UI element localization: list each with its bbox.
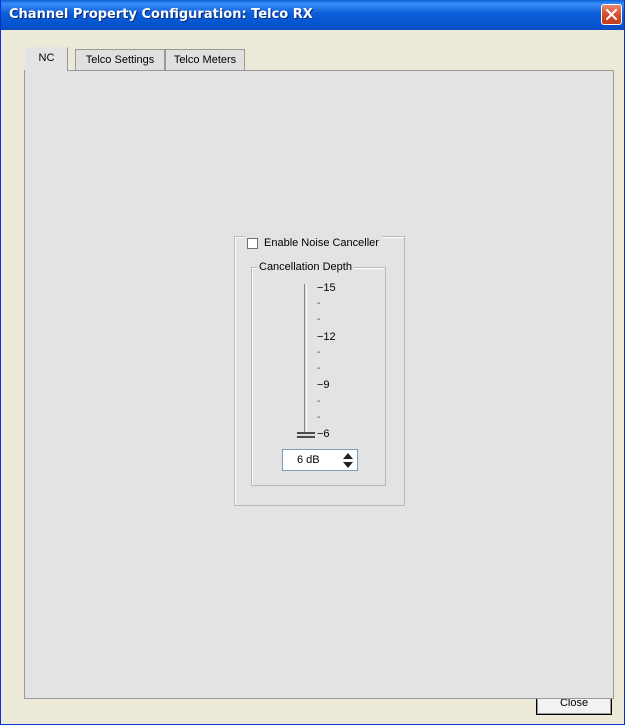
cancellation-depth-label: Cancellation Depth — [257, 261, 354, 273]
arrow-down-icon[interactable] — [343, 462, 353, 468]
window-title: Channel Property Configuration: Telco RX — [9, 7, 313, 22]
tick-minor: - — [317, 412, 321, 423]
tick-label-minus-12: −12 — [317, 331, 336, 343]
tick-minor: - — [317, 314, 321, 325]
tab-nc[interactable]: NC — [25, 47, 68, 71]
tab-telco-settings[interactable]: Telco Settings — [75, 49, 165, 71]
tick-label-minus-9: −9 — [317, 379, 330, 391]
close-icon[interactable] — [601, 4, 622, 25]
tick-minor: - — [317, 396, 321, 407]
arrow-up-icon[interactable] — [343, 453, 353, 459]
tick-minor: - — [317, 363, 321, 374]
tick-label-minus-15: −15 — [317, 282, 336, 294]
depth-spinbox[interactable]: 6 dB — [282, 449, 358, 471]
tick-label-minus-6: −6 — [317, 428, 330, 440]
dialog-window: Channel Property Configuration: Telco RX… — [0, 0, 625, 725]
enable-noise-canceller-row[interactable]: Enable Noise Canceller — [244, 236, 382, 250]
depth-slider-track[interactable] — [304, 284, 307, 437]
tab-telco-meters[interactable]: Telco Meters — [165, 49, 245, 71]
spinner-arrows[interactable] — [341, 451, 355, 469]
title-bar[interactable]: Channel Property Configuration: Telco RX — [1, 0, 624, 30]
depth-slider-thumb[interactable] — [297, 432, 315, 438]
tick-minor: - — [317, 298, 321, 309]
enable-noise-canceller-label: Enable Noise Canceller — [264, 237, 379, 249]
tick-minor: - — [317, 347, 321, 358]
depth-spinbox-value[interactable]: 6 dB — [297, 454, 320, 466]
enable-noise-canceller-checkbox[interactable] — [247, 237, 258, 249]
